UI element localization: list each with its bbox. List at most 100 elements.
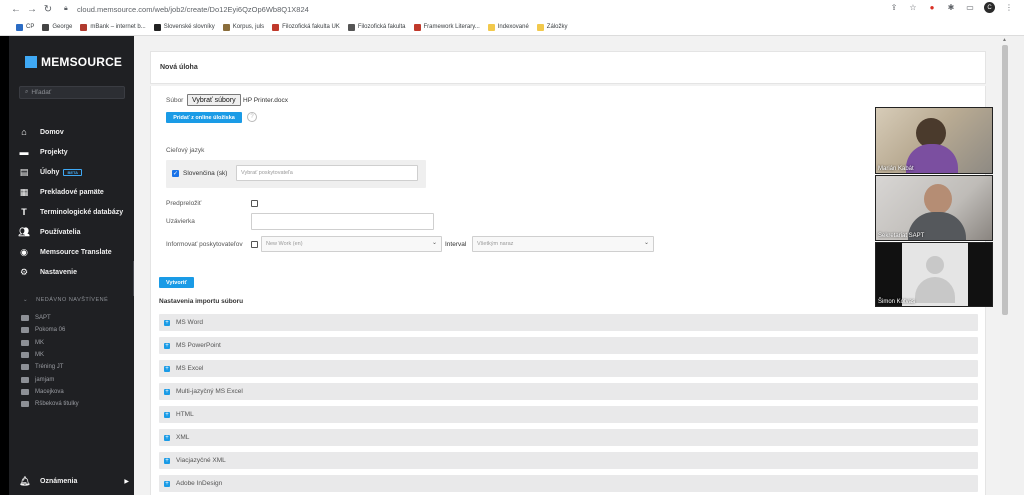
import-item-multilingual-xml[interactable]: + Viacjazyčné XML — [159, 452, 978, 469]
import-item-xml[interactable]: + XML — [159, 429, 978, 446]
bookmark-item[interactable]: George — [42, 23, 72, 31]
memory-icon: ▦ — [19, 186, 29, 197]
folder-icon — [21, 364, 29, 371]
sidebar-item-translate[interactable]: ◉ Memsource Translate — [9, 242, 134, 262]
menu-icon[interactable]: ⋮ — [1004, 3, 1014, 13]
video-tile[interactable]: Šimon Kotvas — [875, 242, 993, 307]
term-icon: T — [21, 207, 27, 217]
bookmark-item[interactable]: Filozofická fakulta UK — [272, 23, 340, 31]
share-icon[interactable]: ⇪ — [889, 3, 899, 13]
notify-providers-checkbox[interactable] — [251, 241, 258, 248]
import-item-ms-powerpoint[interactable]: + MS PowerPoint — [159, 337, 978, 354]
search-icon: ⌕ — [25, 89, 29, 95]
browser-chrome: ← → ↻ 🔒︎ cloud.memsource.com/web/job2/cr… — [0, 0, 1024, 36]
profile-avatar[interactable]: C — [984, 2, 995, 13]
plus-icon: + — [164, 319, 170, 326]
bookmark-item[interactable]: Korpus, juls — [222, 23, 264, 31]
recent-item[interactable]: MK — [21, 349, 79, 361]
interval-select[interactable]: Všetkým naraz ⌄ — [472, 236, 654, 252]
lock-icon: 🔒︎ — [64, 5, 68, 12]
reload-icon[interactable]: ↻ — [40, 2, 56, 18]
pretranslate-checkbox[interactable] — [251, 200, 258, 207]
recent-list: SAPT Pokoma 06 MK MK Tréning JT jamjam M… — [21, 312, 79, 410]
recent-item[interactable]: Pokoma 06 — [21, 324, 79, 336]
sidebar-item-settings[interactable]: ⚙ Nastavenie — [9, 262, 134, 282]
bookmark-icon — [413, 23, 421, 31]
scrollbar-thumb[interactable] — [1002, 45, 1008, 315]
plus-icon: + — [164, 434, 170, 441]
language-checkbox[interactable]: ✓ — [172, 170, 179, 177]
folder-icon — [21, 339, 29, 346]
sidepanel-icon[interactable]: ▭ — [965, 3, 975, 13]
create-button[interactable]: Vytvoriť — [159, 277, 194, 288]
pretranslate-label: Predpreložiť — [166, 200, 202, 207]
sidebar-item-memories[interactable]: ▦ Prekladové pamäte — [9, 182, 134, 202]
bookmark-item[interactable]: Framework Literary... — [413, 23, 480, 31]
url-text: cloud.memsource.com/web/job2/create/Do12… — [77, 4, 309, 14]
back-icon[interactable]: ← — [8, 2, 24, 18]
video-tile[interactable]: Marián Kabát — [875, 107, 993, 174]
language-label: Slovenčina (sk) — [183, 170, 228, 177]
scroll-up-icon[interactable]: ▲ — [1002, 37, 1007, 43]
bookmark-item[interactable]: Filozofická fakulta — [347, 23, 406, 31]
star-icon[interactable]: ☆ — [908, 3, 918, 13]
bookmark-folder[interactable]: Záložky — [536, 23, 567, 31]
plus-icon: + — [164, 457, 170, 464]
choose-files-button[interactable]: Vybrať súbory — [187, 94, 241, 106]
bookmark-item[interactable]: CP — [16, 23, 34, 31]
sidebar-item-jobs[interactable]: ▤ Úlohy BETA — [9, 162, 134, 182]
sidebar-item-users[interactable]: 👥︎ Používatelia — [9, 222, 134, 242]
help-icon[interactable]: ? — [247, 112, 257, 122]
memsource-logo[interactable]: MEMSOURCE — [25, 55, 122, 69]
sidebar-nav: ⌂ Domov ▬ Projekty ▤ Úlohy BETA ▦ Prekladové … — [9, 122, 134, 282]
sidebar-item-home[interactable]: ⌂ Domov — [9, 122, 134, 142]
import-item-indesign[interactable]: + Adobe InDesign — [159, 475, 978, 492]
sidebar-item-termbases[interactable]: T Terminologické databázy — [9, 202, 134, 222]
import-item-ms-excel[interactable]: + MS Excel — [159, 360, 978, 377]
extension-icon[interactable]: ● — [927, 3, 937, 13]
recent-item[interactable]: SAPT — [21, 312, 79, 324]
import-item-ms-word[interactable]: + MS Word — [159, 314, 978, 331]
puzzle-icon[interactable]: ✱ — [946, 3, 956, 13]
bookmark-icon — [222, 23, 230, 31]
bookmark-icon — [347, 23, 355, 31]
bookmark-icon — [153, 23, 161, 31]
folder-icon — [21, 388, 29, 395]
bookmark-item[interactable]: Slovenské slovníky — [153, 23, 215, 31]
recent-item[interactable]: jamjam — [21, 373, 79, 385]
bookmark-item[interactable]: mBank – internet b... — [80, 23, 146, 31]
recent-item[interactable]: Macejkova — [21, 386, 79, 398]
plus-icon: + — [164, 480, 170, 487]
video-tile[interactable]: Sekretariat SAPT — [875, 175, 993, 241]
folder-icon: ▬ — [19, 147, 29, 157]
page-scrollbar[interactable]: ▲ — [1000, 36, 1024, 495]
bookmark-folder[interactable]: Indexované — [487, 23, 529, 31]
participant-name: Marián Kabát — [878, 166, 914, 172]
chevron-down-icon: ⌄ — [23, 297, 29, 303]
forward-icon[interactable]: → — [24, 2, 40, 18]
import-item-html[interactable]: + HTML — [159, 406, 978, 423]
add-online-storage-button[interactable]: Pridať z online úložiska — [166, 112, 242, 123]
notifications-button[interactable]: 🔔︎ Oznámenia ▶ — [19, 476, 129, 487]
deadline-input[interactable] — [251, 213, 434, 230]
plus-icon: + — [164, 388, 170, 395]
file-name: HP Printer.docx — [243, 97, 289, 104]
provider-input[interactable]: Vybrať poskytovateľa — [236, 165, 418, 181]
sidebar-item-projects[interactable]: ▬ Projekty — [9, 142, 134, 162]
plus-icon: + — [164, 342, 170, 349]
sidebar-search-input[interactable]: ⌕ Hľadať — [19, 86, 125, 99]
recent-item[interactable]: Ršbeková titulky — [21, 398, 79, 410]
address-bar[interactable]: 🔒︎ cloud.memsource.com/web/job2/create/D… — [64, 2, 884, 16]
chevron-right-icon: ▶ — [124, 479, 129, 485]
new-job-form: Súbor Vybrať súbory HP Printer.docx Prid… — [150, 86, 986, 495]
recent-item[interactable]: MK — [21, 337, 79, 349]
recent-heading[interactable]: ⌄ NEDÁVNO NAVŠTÍVENÉ — [23, 297, 108, 303]
notify-template-select[interactable]: New Work (en) ⌄ — [261, 236, 442, 252]
folder-icon — [487, 23, 495, 31]
url-bar: ← → ↻ 🔒︎ cloud.memsource.com/web/job2/cr… — [0, 0, 1024, 19]
folder-icon — [21, 376, 29, 383]
recent-item[interactable]: Tréning JT — [21, 361, 79, 373]
users-icon: 👥︎ — [18, 226, 30, 237]
logo-icon — [25, 56, 37, 68]
import-item-multilingual-excel[interactable]: + Multi-jazyčný MS Excel — [159, 383, 978, 400]
